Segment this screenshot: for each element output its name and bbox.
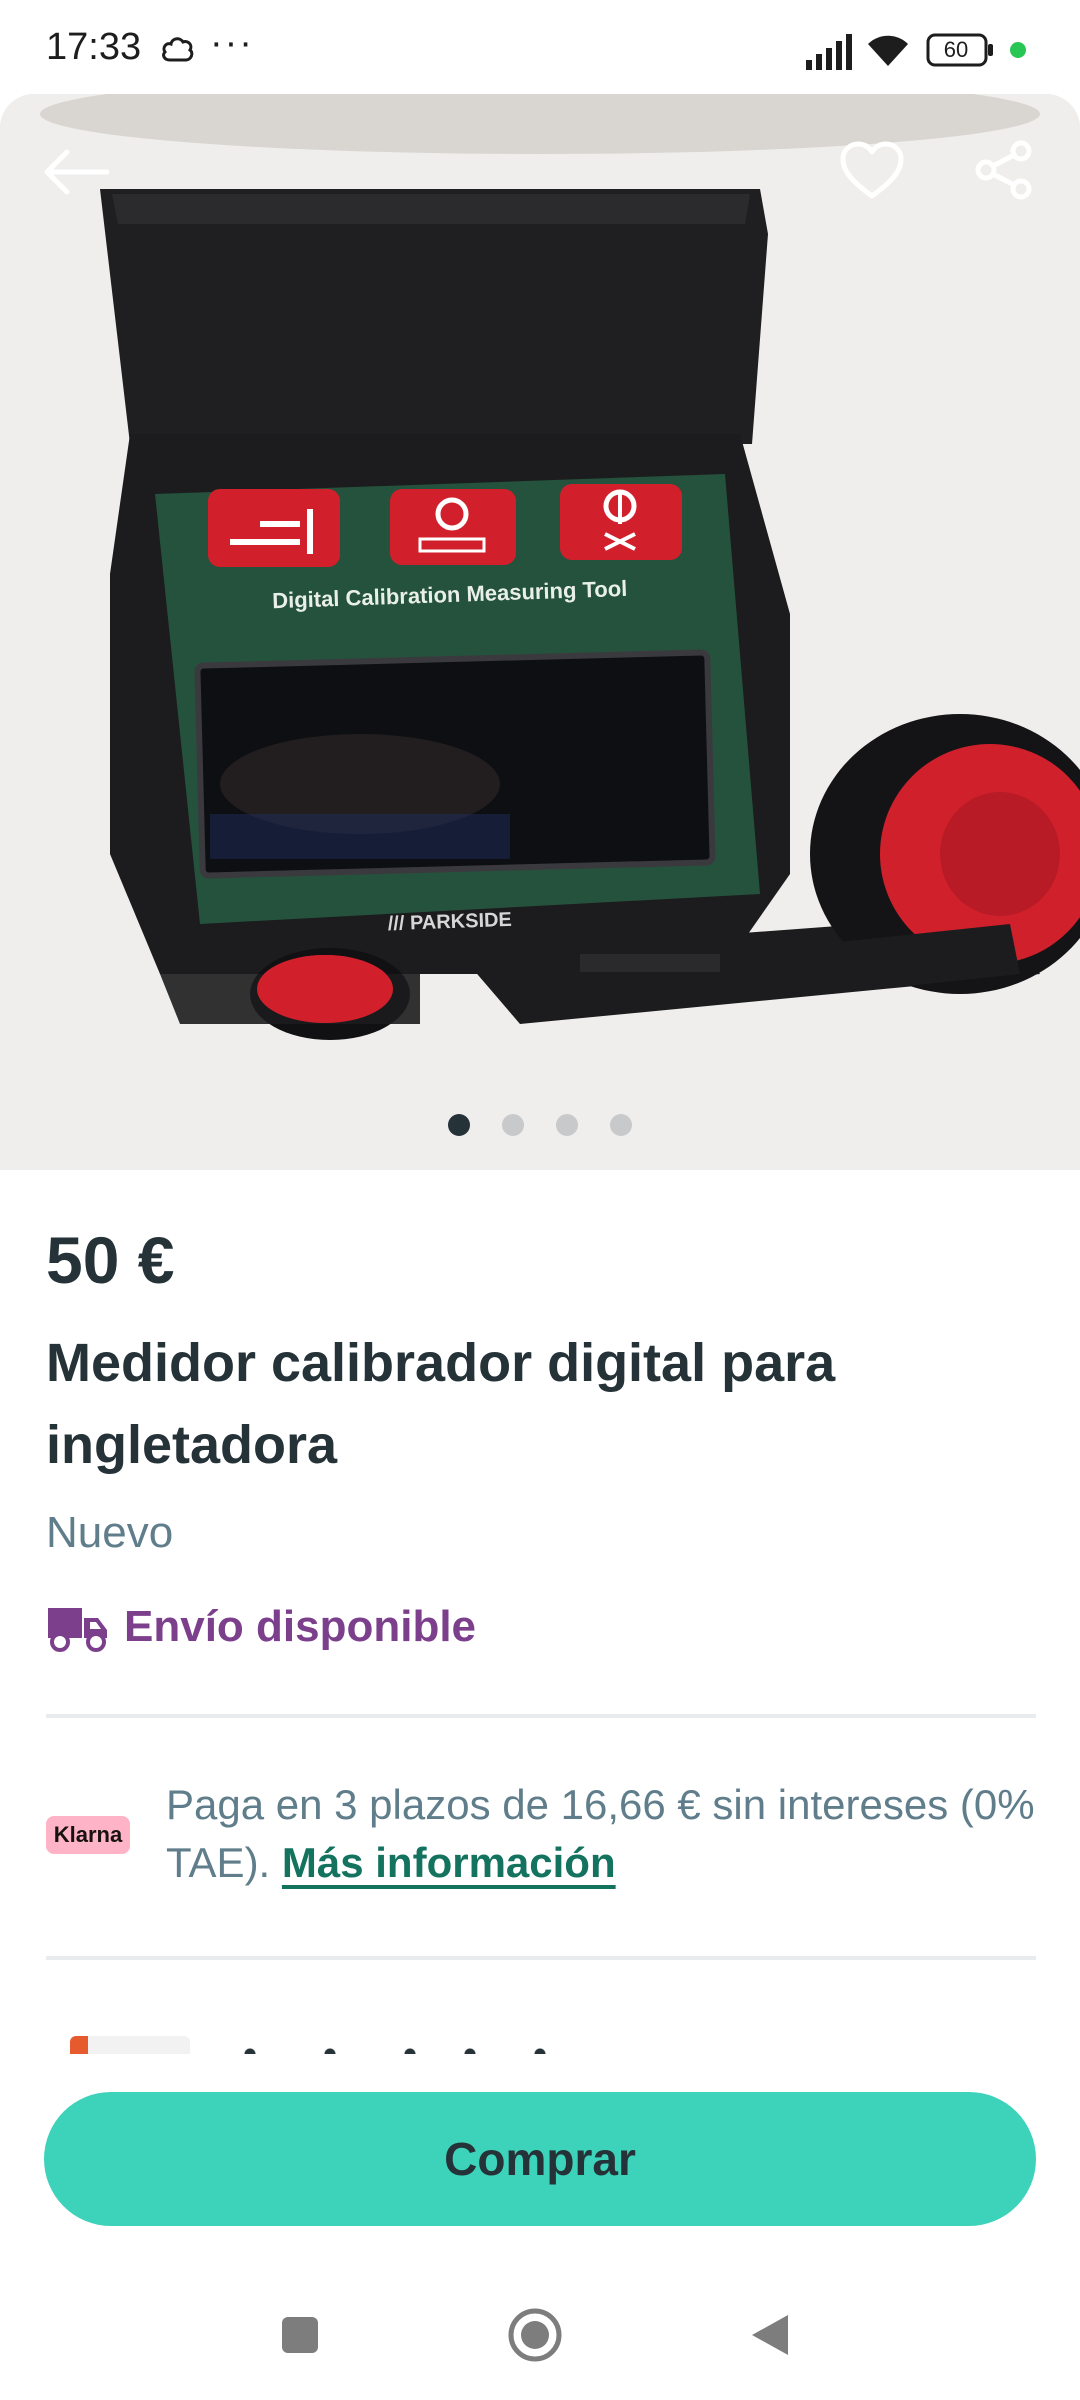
image-pager	[0, 1114, 1080, 1136]
pager-dot[interactable]	[556, 1114, 578, 1136]
square-icon	[282, 2317, 318, 2353]
system-back-button[interactable]	[735, 2300, 805, 2370]
seller-row-partial[interactable]	[70, 2024, 590, 2054]
share-icon	[975, 140, 1032, 200]
circle-home-icon	[508, 2308, 562, 2362]
divider	[46, 1956, 1036, 1960]
pager-dot[interactable]	[610, 1114, 632, 1136]
status-time: 17:33	[46, 26, 142, 68]
pager-dot-active[interactable]	[448, 1114, 470, 1136]
back-button[interactable]	[36, 132, 116, 212]
more-notifications-icon: ···	[210, 22, 254, 64]
home-button[interactable]	[500, 2300, 570, 2370]
favorite-button[interactable]	[832, 130, 912, 210]
shipping-label: Envío disponible	[124, 1602, 477, 1651]
product-photo: Digital Calibration Measuring Tool /// P…	[0, 94, 1080, 1170]
truck-icon	[48, 1608, 107, 1652]
more-info-link[interactable]: Más información	[282, 1839, 616, 1886]
seller-name-partial	[240, 2042, 560, 2054]
brand-label-text: /// PARKSIDE	[387, 909, 512, 935]
divider	[46, 1714, 1036, 1718]
triangle-back-icon	[752, 2315, 788, 2355]
cloud-icon	[162, 37, 194, 62]
seller-avatar	[70, 2036, 190, 2054]
share-button[interactable]	[964, 130, 1044, 210]
battery-level: 60	[943, 37, 969, 62]
recent-apps-button[interactable]	[265, 2300, 335, 2370]
system-navigation-bar	[0, 2270, 1080, 2400]
price: 50 €	[46, 1223, 175, 1297]
heart-icon	[840, 141, 904, 199]
bottom-action-bar: Comprar	[0, 2060, 1080, 2270]
pager-dot[interactable]	[502, 1114, 524, 1136]
klarna-logo: Klarna	[46, 1816, 130, 1854]
wifi-icon	[868, 35, 908, 66]
privacy-indicator-dot	[1010, 42, 1026, 58]
battery-icon: 60	[926, 32, 994, 68]
product-image-carousel[interactable]: Digital Calibration Measuring Tool /// P…	[0, 94, 1080, 1170]
item-title: Medidor calibrador digital para ingletad…	[46, 1333, 836, 1475]
klarna-installments-text: Paga en 3 plazos de 16,66 € sin interese…	[166, 1776, 1046, 1892]
shipping-available: Envío disponible	[44, 1600, 476, 1654]
signal-icon	[806, 34, 852, 70]
item-condition: Nuevo	[46, 1508, 174, 1557]
arrow-left-icon	[44, 149, 110, 195]
status-bar: 17:33 ··· 60	[0, 0, 1080, 100]
buy-button[interactable]: Comprar	[44, 2092, 1036, 2226]
